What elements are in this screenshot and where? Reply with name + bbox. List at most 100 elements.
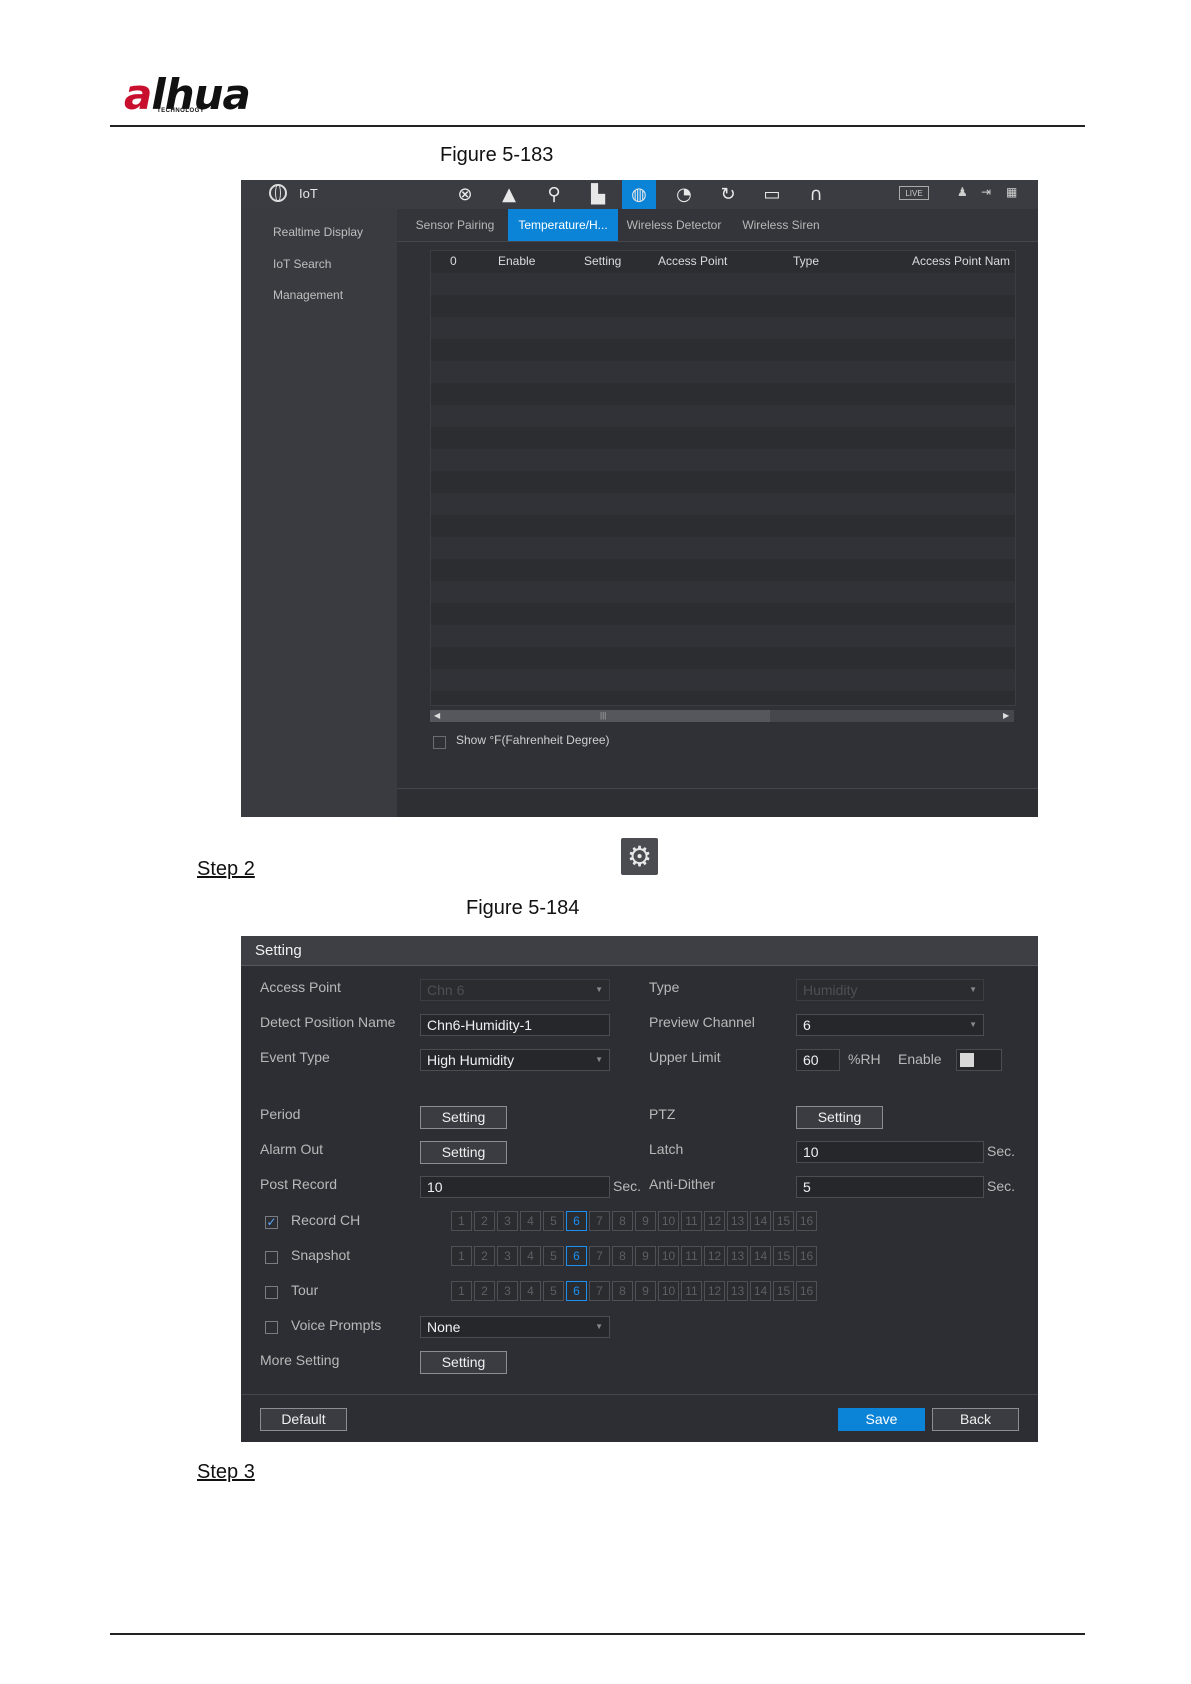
sidebar-item-iot-search[interactable]: IoT Search xyxy=(273,257,331,271)
table-row[interactable] xyxy=(431,537,1015,559)
tour-channel[interactable]: 5 xyxy=(543,1281,564,1301)
snapshot-channel[interactable]: 14 xyxy=(750,1246,771,1266)
table-row[interactable] xyxy=(431,273,1015,295)
tour-channel[interactable]: 2 xyxy=(474,1281,495,1301)
headset-icon[interactable]: ∩ xyxy=(799,183,833,207)
record-channel[interactable]: 4 xyxy=(520,1211,541,1231)
tour-channel[interactable]: 3 xyxy=(497,1281,518,1301)
tour-channel[interactable]: 1 xyxy=(451,1281,472,1301)
record-channel[interactable]: 1 xyxy=(451,1211,472,1231)
sidebar-item-realtime-display[interactable]: Realtime Display xyxy=(273,225,363,239)
snapshot-checkbox[interactable] xyxy=(265,1251,278,1264)
table-row[interactable] xyxy=(431,581,1015,603)
record-channel[interactable]: 10 xyxy=(658,1211,679,1231)
table-row[interactable] xyxy=(431,493,1015,515)
table-row[interactable] xyxy=(431,669,1015,691)
table-row[interactable] xyxy=(431,625,1015,647)
tab-temperature-humidity[interactable]: Temperature/H... xyxy=(508,209,618,241)
latch-input[interactable]: 10 xyxy=(796,1141,984,1163)
record-channel-selected[interactable]: 6 xyxy=(566,1211,587,1231)
default-button[interactable]: Default xyxy=(260,1408,347,1431)
record-channel[interactable]: 11 xyxy=(681,1211,702,1231)
voice-prompts-checkbox[interactable] xyxy=(265,1321,278,1334)
snapshot-channel[interactable]: 16 xyxy=(796,1246,817,1266)
record-channel[interactable]: 8 xyxy=(612,1211,633,1231)
upper-limit-input[interactable]: 60 xyxy=(796,1049,840,1071)
snapshot-channel[interactable]: 7 xyxy=(589,1246,610,1266)
tab-sensor-pairing[interactable]: Sensor Pairing xyxy=(403,209,507,241)
tour-channel[interactable]: 7 xyxy=(589,1281,610,1301)
period-setting-button[interactable]: Setting xyxy=(420,1106,507,1129)
network-icon[interactable]: ▙ xyxy=(581,183,615,207)
tour-checkbox[interactable] xyxy=(265,1286,278,1299)
grid-icon[interactable]: ▦ xyxy=(1006,185,1017,199)
alarm-out-setting-button[interactable]: Setting xyxy=(420,1141,507,1164)
ptz-setting-button[interactable]: Setting xyxy=(796,1106,883,1129)
refresh-icon[interactable]: ↻ xyxy=(711,183,745,207)
record-channel[interactable]: 16 xyxy=(796,1211,817,1231)
tour-channel[interactable]: 8 xyxy=(612,1281,633,1301)
tab-wireless-detector[interactable]: Wireless Detector xyxy=(619,209,729,241)
snapshot-channel[interactable]: 4 xyxy=(520,1246,541,1266)
user-icon[interactable]: ♟ xyxy=(957,185,968,199)
tour-channel[interactable]: 13 xyxy=(727,1281,748,1301)
snapshot-channel[interactable]: 9 xyxy=(635,1246,656,1266)
tour-channel[interactable]: 9 xyxy=(635,1281,656,1301)
record-channel[interactable]: 9 xyxy=(635,1211,656,1231)
snapshot-channel[interactable]: 10 xyxy=(658,1246,679,1266)
record-channel[interactable]: 12 xyxy=(704,1211,725,1231)
tour-channel-selected[interactable]: 6 xyxy=(566,1281,587,1301)
tour-channel[interactable]: 16 xyxy=(796,1281,817,1301)
horizontal-scrollbar[interactable]: ◀ ||| ▶ xyxy=(430,710,1014,722)
preview-channel-select[interactable]: 6 ▼ xyxy=(796,1014,984,1036)
anti-dither-input[interactable]: 5 xyxy=(796,1176,984,1198)
record-channel[interactable]: 7 xyxy=(589,1211,610,1231)
snapshot-channel[interactable]: 8 xyxy=(612,1246,633,1266)
gauge-icon[interactable]: ◔ xyxy=(667,183,701,207)
camera-icon[interactable]: ⊗ xyxy=(448,183,482,207)
snapshot-channel-selected[interactable]: 6 xyxy=(566,1246,587,1266)
tour-channel[interactable]: 12 xyxy=(704,1281,725,1301)
tour-channel[interactable]: 11 xyxy=(681,1281,702,1301)
snapshot-channel[interactable]: 1 xyxy=(451,1246,472,1266)
fahrenheit-checkbox[interactable] xyxy=(433,736,446,749)
record-channel[interactable]: 5 xyxy=(543,1211,564,1231)
live-button[interactable]: LIVE xyxy=(899,186,929,200)
tour-channel[interactable]: 10 xyxy=(658,1281,679,1301)
snapshot-channel[interactable]: 2 xyxy=(474,1246,495,1266)
event-type-select[interactable]: High Humidity ▼ xyxy=(420,1049,610,1071)
tour-channel[interactable]: 15 xyxy=(773,1281,794,1301)
search-icon[interactable]: ⚲ xyxy=(537,183,571,207)
snapshot-channel[interactable]: 3 xyxy=(497,1246,518,1266)
snapshot-channel[interactable]: 13 xyxy=(727,1246,748,1266)
record-channel[interactable]: 2 xyxy=(474,1211,495,1231)
back-button[interactable]: Back xyxy=(932,1408,1019,1431)
bell-icon[interactable]: ▲ xyxy=(492,183,526,207)
save-button[interactable]: Save xyxy=(838,1408,925,1431)
table-row[interactable] xyxy=(431,405,1015,427)
record-ch-checkbox[interactable]: ✓ xyxy=(265,1216,278,1229)
tour-channel[interactable]: 14 xyxy=(750,1281,771,1301)
globe-icon[interactable]: ◍ xyxy=(622,180,656,209)
table-row[interactable] xyxy=(431,361,1015,383)
snapshot-channel[interactable]: 11 xyxy=(681,1246,702,1266)
record-channel[interactable]: 3 xyxy=(497,1211,518,1231)
table-row[interactable] xyxy=(431,317,1015,339)
post-record-input[interactable]: 10 xyxy=(420,1176,610,1198)
record-channel[interactable]: 15 xyxy=(773,1211,794,1231)
scroll-right-icon[interactable]: ▶ xyxy=(1003,710,1009,722)
snapshot-channel[interactable]: 15 xyxy=(773,1246,794,1266)
tab-wireless-siren[interactable]: Wireless Siren xyxy=(731,209,831,241)
snapshot-channel[interactable]: 12 xyxy=(704,1246,725,1266)
detect-position-input[interactable]: Chn6-Humidity-1 xyxy=(420,1014,610,1036)
scroll-left-icon[interactable]: ◀ xyxy=(434,710,440,722)
more-setting-button[interactable]: Setting xyxy=(420,1351,507,1374)
record-channel[interactable]: 13 xyxy=(727,1211,748,1231)
enable-toggle[interactable] xyxy=(956,1049,1002,1071)
table-row[interactable] xyxy=(431,449,1015,471)
sidebar-item-management[interactable]: Management xyxy=(273,288,343,302)
record-channel[interactable]: 14 xyxy=(750,1211,771,1231)
monitor-icon[interactable]: ▭ xyxy=(755,183,789,207)
voice-prompts-select[interactable]: None ▼ xyxy=(420,1316,610,1338)
tour-channel[interactable]: 4 xyxy=(520,1281,541,1301)
